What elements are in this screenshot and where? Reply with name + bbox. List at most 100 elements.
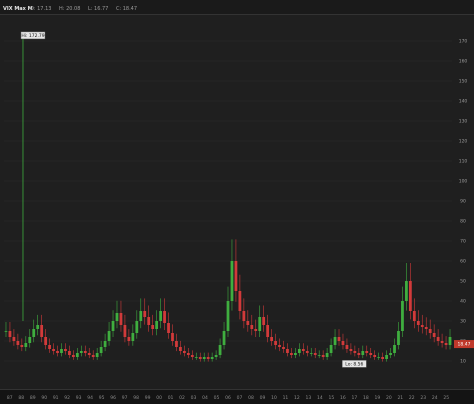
x-tick-label: 09 xyxy=(260,395,266,401)
candle-body xyxy=(103,341,107,347)
candle-body xyxy=(377,357,381,358)
candle-body xyxy=(286,349,289,353)
price-chart[interactable]: 1020304050607080901001101201301401501601… xyxy=(0,15,474,389)
candle-body xyxy=(60,349,63,353)
candle-body xyxy=(91,355,95,357)
candle-body xyxy=(412,311,416,321)
x-tick-label: 95 xyxy=(99,395,105,401)
candle-body xyxy=(381,357,385,359)
candle-body xyxy=(115,313,119,321)
candle-body xyxy=(420,325,424,327)
candle-body xyxy=(155,321,159,329)
x-tick-label: 19 xyxy=(374,395,380,401)
x-tick-label: 02 xyxy=(179,395,185,401)
x-tick-label: 13 xyxy=(306,395,312,401)
candle-body xyxy=(119,313,123,325)
y-tick-label: 50 xyxy=(460,279,466,285)
y-tick-label: 160 xyxy=(459,59,468,65)
candle-body xyxy=(8,331,12,337)
x-tick-label: 03 xyxy=(191,395,197,401)
candle-body xyxy=(24,343,28,347)
candle-body xyxy=(151,325,155,329)
candle-body xyxy=(373,355,377,357)
candle-body xyxy=(52,349,55,351)
candle-body xyxy=(107,331,111,341)
annotation-label: Hi: 172.79 xyxy=(21,33,44,39)
candle-body xyxy=(385,355,388,359)
open-value: O: 17.13 xyxy=(30,6,52,12)
candle-body xyxy=(56,351,59,353)
y-tick-label: 130 xyxy=(459,119,468,125)
candle-body xyxy=(214,355,218,357)
candle-body xyxy=(234,261,238,291)
candle-body xyxy=(131,333,135,341)
x-tick-label: 96 xyxy=(110,395,116,401)
candle-body xyxy=(75,353,79,357)
candle-body xyxy=(16,341,20,345)
candle-body xyxy=(270,337,273,341)
candle-body xyxy=(262,317,266,325)
x-tick-label: 88 xyxy=(18,395,24,401)
candle-body xyxy=(305,351,309,353)
x-tick-label: 24 xyxy=(432,395,438,401)
candle-body xyxy=(4,331,8,332)
close-value: C: 18.47 xyxy=(115,6,138,12)
candle-body xyxy=(44,337,48,345)
candle-body xyxy=(210,357,214,359)
candle-body xyxy=(341,341,345,345)
low-value: L: 16.77 xyxy=(87,6,109,12)
candle-body xyxy=(139,311,143,321)
x-tick-label: 93 xyxy=(76,395,82,401)
x-tick-label: 99 xyxy=(145,395,151,401)
x-tick-label: 22 xyxy=(409,395,415,401)
candle-body xyxy=(444,343,448,345)
annotations: Hi: 172.79 Lo: 8.56 xyxy=(20,31,367,368)
candle-body xyxy=(111,321,115,331)
candle-body xyxy=(48,345,51,349)
x-tick-label: 00 xyxy=(156,395,162,401)
x-tick-label: 25 xyxy=(443,395,449,401)
candle-body xyxy=(238,291,242,311)
symbol-label[interactable]: VIX Max M xyxy=(3,4,33,14)
candle-body xyxy=(12,337,16,341)
candle-body xyxy=(99,347,103,353)
x-tick-label: 11 xyxy=(283,395,289,401)
y-tick-label: 40 xyxy=(460,299,466,305)
candle-body xyxy=(389,353,392,355)
candle-body xyxy=(68,351,71,355)
candle-body xyxy=(206,357,210,359)
candle-body xyxy=(369,353,373,355)
y-tick-label: 90 xyxy=(460,199,466,205)
candle-body xyxy=(64,349,67,351)
last-price-label: 18.47 xyxy=(458,342,471,348)
y-tick-label: 120 xyxy=(459,139,468,145)
x-tick-label: 21 xyxy=(397,395,403,401)
candle-body xyxy=(361,351,365,355)
candle-body xyxy=(337,337,341,341)
candle-body xyxy=(301,349,305,351)
candle-body xyxy=(71,355,75,357)
candle-body xyxy=(416,321,420,325)
candle-body xyxy=(218,345,222,355)
candle-body xyxy=(282,347,285,349)
candle-body xyxy=(135,321,139,333)
candle-body xyxy=(147,317,151,325)
x-tick-label: 89 xyxy=(30,395,36,401)
y-tick-label: 170 xyxy=(459,39,468,45)
candle-body xyxy=(440,341,444,343)
candle-body xyxy=(274,341,277,345)
y-tick-label: 140 xyxy=(459,99,468,105)
candle-body xyxy=(79,351,83,353)
ohlc-readout: O: 17.13 H: 20.08 L: 16.77 C: 18.47 xyxy=(30,4,143,14)
candle-body xyxy=(424,327,428,329)
candle-body xyxy=(167,323,170,333)
y-tick-label: 60 xyxy=(460,259,466,265)
x-tick-label: 04 xyxy=(202,395,208,401)
candle-body xyxy=(325,353,329,357)
candle-body xyxy=(202,357,206,359)
candle-body xyxy=(171,333,174,341)
candle-body xyxy=(365,351,369,353)
candle-body xyxy=(95,353,99,357)
candle-body xyxy=(87,353,91,355)
candle-body xyxy=(393,345,396,353)
